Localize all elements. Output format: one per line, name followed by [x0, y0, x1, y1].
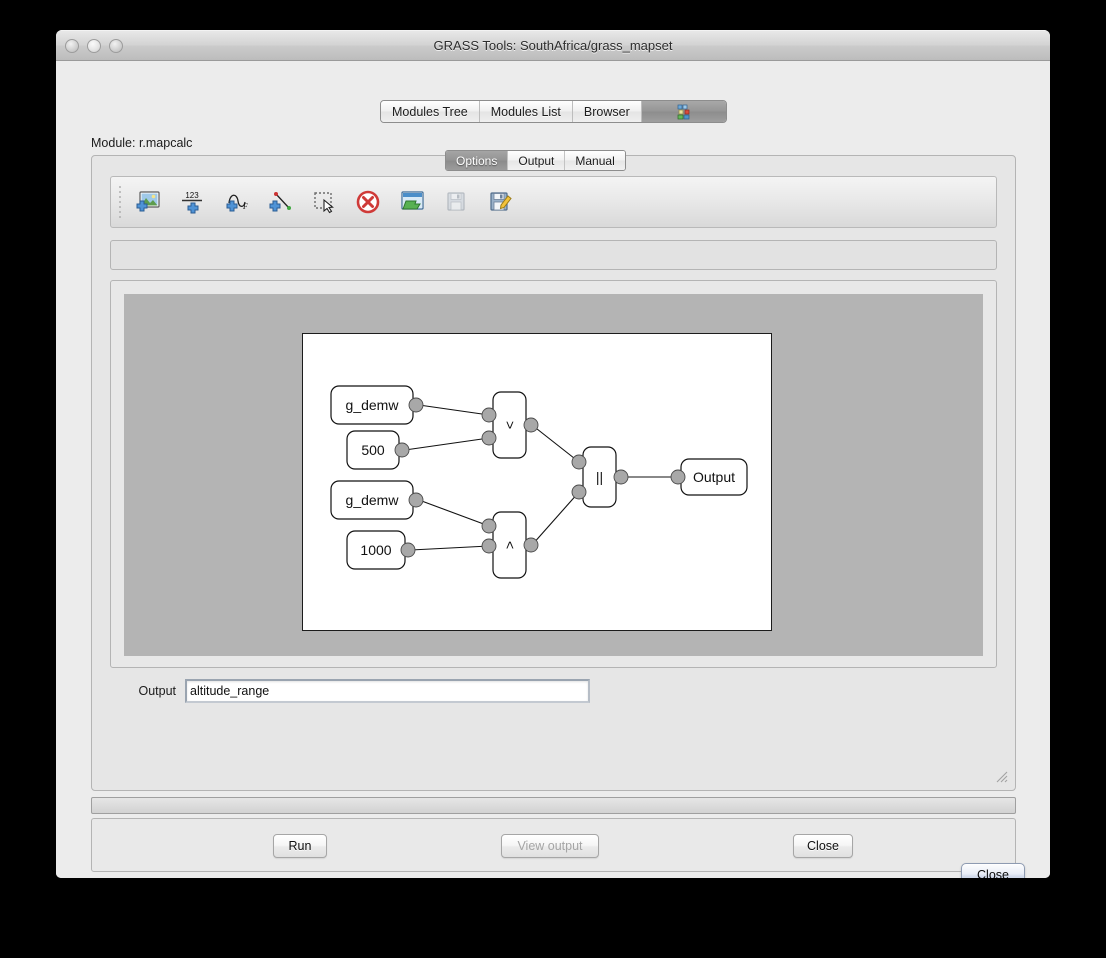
svg-text:F: F	[242, 202, 248, 211]
tab-modules-list[interactable]: Modules List	[480, 101, 573, 122]
node-map-bottom[interactable]: g_demw	[331, 481, 423, 519]
node-constant-1000[interactable]: 1000	[347, 531, 415, 569]
output-field-row: Output	[110, 677, 997, 705]
tab-modules-list-label: Modules List	[491, 105, 561, 119]
add-constant-value-button[interactable]: 123	[170, 180, 214, 224]
main-tab-bar: Modules Tree Modules List Browser	[380, 100, 727, 123]
node-label: >	[502, 541, 518, 549]
toolbar-drag-handle[interactable]	[114, 183, 126, 221]
node-port-out[interactable]	[524, 418, 538, 432]
tab-browser[interactable]: Browser	[573, 101, 642, 122]
tab-modules-tree-label: Modules Tree	[392, 105, 468, 119]
add-operator-function-icon: F	[221, 187, 251, 217]
delete-selected-button[interactable]	[346, 180, 390, 224]
options-tab-bar: Options Output Manual	[445, 150, 626, 171]
node-label: g_demw	[346, 397, 400, 413]
run-button[interactable]: Run	[273, 834, 327, 858]
node-label: ||	[596, 469, 603, 485]
mapcalc-canvas-frame: g_demw 500	[110, 280, 997, 668]
node-map-top[interactable]: g_demw	[331, 386, 423, 424]
node-label: Output	[693, 469, 735, 485]
node-label: g_demw	[346, 492, 400, 508]
open-button[interactable]	[390, 180, 434, 224]
close-button-panel[interactable]: Close	[793, 834, 853, 858]
panel-resize-grip[interactable]	[995, 770, 1009, 784]
options-panel: 123 F	[91, 155, 1016, 791]
node-port-out[interactable]	[401, 543, 415, 557]
modules-icon	[676, 104, 692, 120]
node-operator-or[interactable]: ||	[572, 447, 628, 507]
window-body: Modules Tree Modules List Browser Mo	[56, 61, 1050, 878]
node-port-in-b[interactable]	[482, 539, 496, 553]
node-label: 500	[361, 442, 385, 458]
node-constant-500[interactable]: 500	[347, 431, 409, 469]
tab-browser-label: Browser	[584, 105, 630, 119]
tab-options[interactable]: Options	[446, 151, 508, 170]
add-constant-value-icon: 123	[177, 187, 207, 217]
window-titlebar: GRASS Tools: SouthAfrica/grass_mapset	[56, 30, 1050, 61]
node-port-in-b[interactable]	[482, 431, 496, 445]
add-raster-map-button[interactable]	[126, 180, 170, 224]
add-connection-button[interactable]	[258, 180, 302, 224]
tab-manual[interactable]: Manual	[565, 151, 624, 170]
svg-text:123: 123	[185, 191, 199, 200]
tab-modules-icon[interactable]	[642, 101, 726, 122]
node-output[interactable]: Output	[671, 459, 747, 495]
dialog-button-bar: Run View output Close	[91, 818, 1016, 872]
select-item-button[interactable]	[302, 180, 346, 224]
open-icon	[397, 187, 427, 217]
node-port-in-a[interactable]	[482, 519, 496, 533]
tab-manual-label: Manual	[575, 154, 614, 168]
tab-options-label: Options	[456, 154, 497, 168]
close-dialog-button[interactable]: Close	[961, 863, 1025, 878]
graph-edges	[405, 405, 677, 550]
canvas-background: g_demw 500	[124, 294, 983, 656]
save-button[interactable]	[434, 180, 478, 224]
node-port-in-a[interactable]	[482, 408, 496, 422]
module-name-label: Module: r.mapcalc	[91, 136, 192, 150]
save-as-icon	[485, 187, 515, 217]
expression-strip[interactable]	[110, 240, 997, 270]
tab-modules-tree[interactable]: Modules Tree	[381, 101, 480, 122]
node-port-in-a[interactable]	[572, 455, 586, 469]
node-operator-less-than[interactable]: <	[482, 392, 538, 458]
select-item-icon	[309, 187, 339, 217]
mapcalc-toolbar: 123 F	[110, 176, 997, 228]
node-port-in-b[interactable]	[572, 485, 586, 499]
node-port-out[interactable]	[409, 493, 423, 507]
progress-bar	[91, 797, 1016, 814]
tab-output[interactable]: Output	[508, 151, 565, 170]
delete-selected-icon	[353, 187, 383, 217]
add-connection-icon	[265, 187, 295, 217]
output-field-label: Output	[110, 684, 185, 698]
node-port-out[interactable]	[524, 538, 538, 552]
save-icon	[441, 187, 471, 217]
expression-graph: g_demw 500	[303, 334, 771, 630]
node-operator-greater-than[interactable]: >	[482, 512, 538, 578]
save-as-button[interactable]	[478, 180, 522, 224]
node-port-out[interactable]	[614, 470, 628, 484]
add-operator-function-button[interactable]: F	[214, 180, 258, 224]
view-output-button[interactable]: View output	[501, 834, 599, 858]
node-label: <	[502, 421, 518, 429]
add-raster-map-icon	[133, 187, 163, 217]
output-name-input[interactable]	[185, 679, 590, 703]
node-label: 1000	[360, 542, 391, 558]
mapcalc-canvas[interactable]: g_demw 500	[302, 333, 772, 631]
node-port-out[interactable]	[409, 398, 423, 412]
node-port-out[interactable]	[395, 443, 409, 457]
grass-tools-window: GRASS Tools: SouthAfrica/grass_mapset Mo…	[56, 30, 1050, 878]
tab-output-label: Output	[518, 154, 554, 168]
window-title: GRASS Tools: SouthAfrica/grass_mapset	[56, 38, 1050, 53]
node-port-in[interactable]	[671, 470, 685, 484]
